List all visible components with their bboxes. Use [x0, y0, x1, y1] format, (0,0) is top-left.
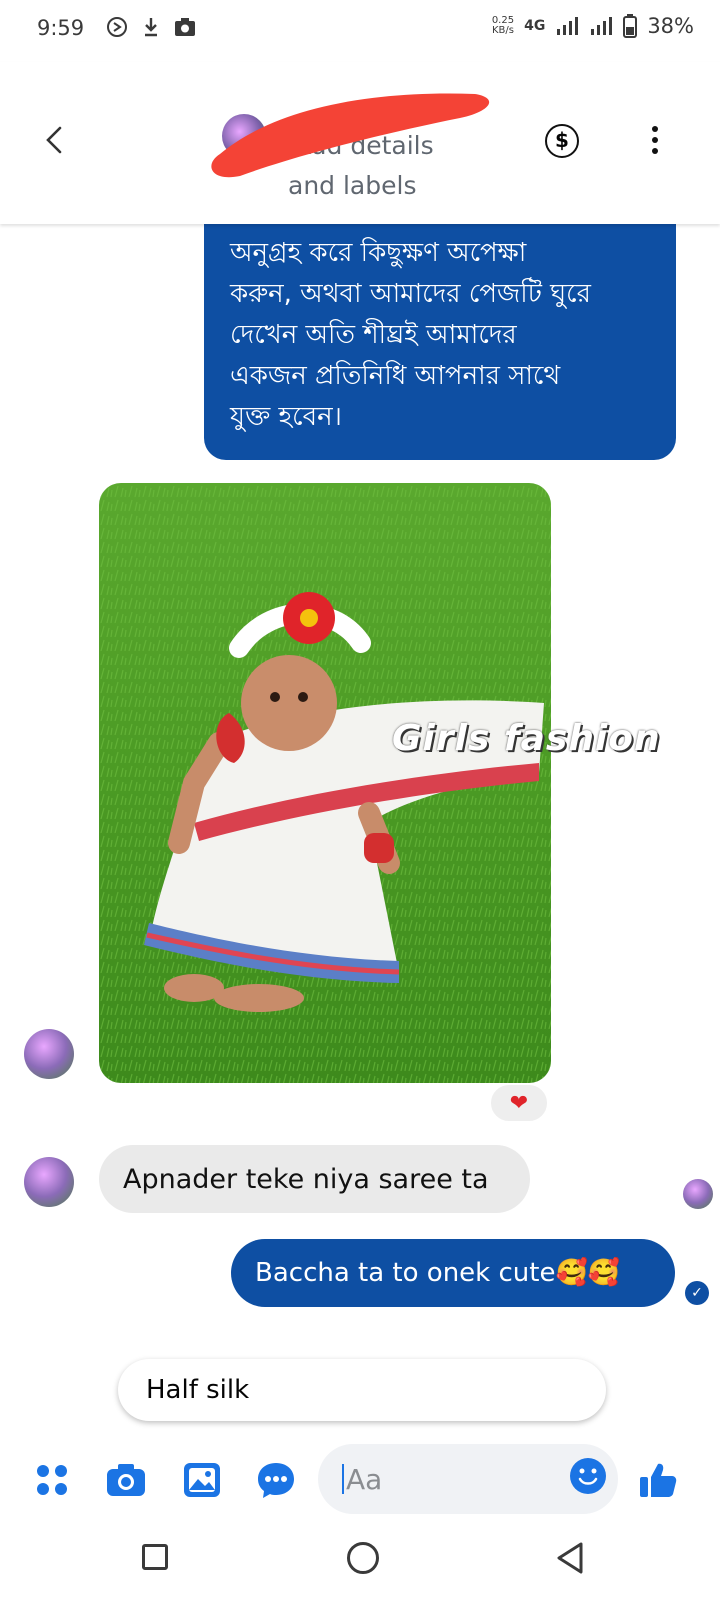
incoming-message-bubble[interactable]: Apnader teke niya saree ta — [99, 1145, 530, 1213]
system-back-button[interactable] — [555, 1541, 585, 1579]
sender-avatar[interactable] — [24, 1157, 74, 1207]
battery-icon — [623, 14, 638, 38]
seen-receipt-avatar — [683, 1179, 713, 1209]
apps-menu-button[interactable] — [30, 1458, 74, 1502]
like-button[interactable] — [636, 1458, 680, 1502]
payment-button[interactable]: $ — [545, 124, 579, 158]
data-saver-icon — [107, 17, 127, 37]
message-composer: Aa — [0, 1430, 720, 1528]
photo-message[interactable] — [99, 483, 551, 1083]
draft-message-text: Half silk — [146, 1375, 250, 1405]
battery-percent: 38% — [647, 14, 694, 38]
status-bar: 9:59 0.25 KB/s 4G 38% — [0, 0, 720, 62]
screenshot-camera-icon — [175, 18, 195, 36]
signal-icon-sim1 — [557, 17, 579, 35]
outgoing-message-text: Baccha ta to onek cute🥰🥰 — [255, 1258, 621, 1288]
text-cursor — [342, 1464, 344, 1494]
more-dot — [652, 126, 658, 132]
recent-apps-button[interactable] — [142, 1544, 168, 1570]
more-dot — [652, 137, 658, 143]
smiley-icon — [578, 1468, 598, 1485]
camera-button[interactable] — [104, 1458, 148, 1502]
more-options-button[interactable] — [648, 126, 662, 158]
chevron-left-icon — [46, 126, 62, 154]
heart-reaction[interactable]: ❤ — [489, 1083, 549, 1123]
redaction-scribble — [211, 93, 490, 178]
outgoing-message-bubble[interactable]: Baccha ta to onek cute🥰🥰 — [231, 1239, 675, 1307]
heart-icon: ❤ — [509, 1090, 529, 1116]
conversation-header: Add details and labels $ — [0, 62, 720, 224]
reply-line: দেখেন অতি শীঘ্রই আমাদের — [230, 320, 517, 350]
system-navigation-bar — [0, 1530, 720, 1600]
more-dot — [652, 148, 658, 154]
home-button[interactable] — [347, 1542, 379, 1574]
reply-line: করুন, অথবা আমাদের পেজটি ঘুরে — [230, 279, 591, 309]
sent-check-icon: ✓ — [685, 1281, 709, 1305]
status-notification-icons — [106, 16, 196, 38]
status-system-icons: 0.25 KB/s 4G 38% — [492, 14, 694, 38]
status-time: 9:59 — [37, 16, 85, 40]
camera-icon — [107, 1464, 145, 1496]
message-input-placeholder: Aa — [346, 1462, 383, 1496]
voice-chat-button[interactable] — [254, 1458, 298, 1502]
triangle-back-icon — [557, 1542, 583, 1574]
draft-message-bubble[interactable]: Half silk — [118, 1359, 606, 1421]
four-dots-icon — [37, 1465, 67, 1495]
chat-bubble-dots-icon — [258, 1463, 294, 1498]
network-speed: 0.25 KB/s — [492, 16, 514, 36]
emoji-button[interactable] — [570, 1458, 606, 1494]
network-type: 4G — [524, 18, 546, 34]
baby-saree-photo — [99, 483, 551, 1083]
sender-avatar[interactable] — [24, 1029, 74, 1079]
image-icon — [184, 1463, 220, 1497]
network-speed-unit: KB/s — [491, 25, 514, 36]
gallery-button[interactable] — [180, 1458, 224, 1502]
download-icon — [145, 18, 157, 37]
thumbs-up-icon — [640, 1463, 677, 1497]
reply-line: একজন প্রতিনিধি আপনার সাথে — [230, 361, 561, 391]
reply-line: যুক্ত হবেন। — [230, 402, 342, 432]
page-auto-reply-bubble[interactable]: অনুগ্রহ করে কিছুক্ষণ অপেক্ষা করুন, অথবা … — [204, 200, 676, 460]
back-button[interactable] — [36, 120, 76, 160]
incoming-message-text: Apnader teke niya saree ta — [123, 1163, 489, 1195]
signal-icon-sim2 — [591, 17, 613, 35]
photo-watermark: Girls fashion — [392, 718, 661, 759]
reply-line: অনুগ্রহ করে কিছুক্ষণ অপেক্ষা — [230, 238, 527, 268]
